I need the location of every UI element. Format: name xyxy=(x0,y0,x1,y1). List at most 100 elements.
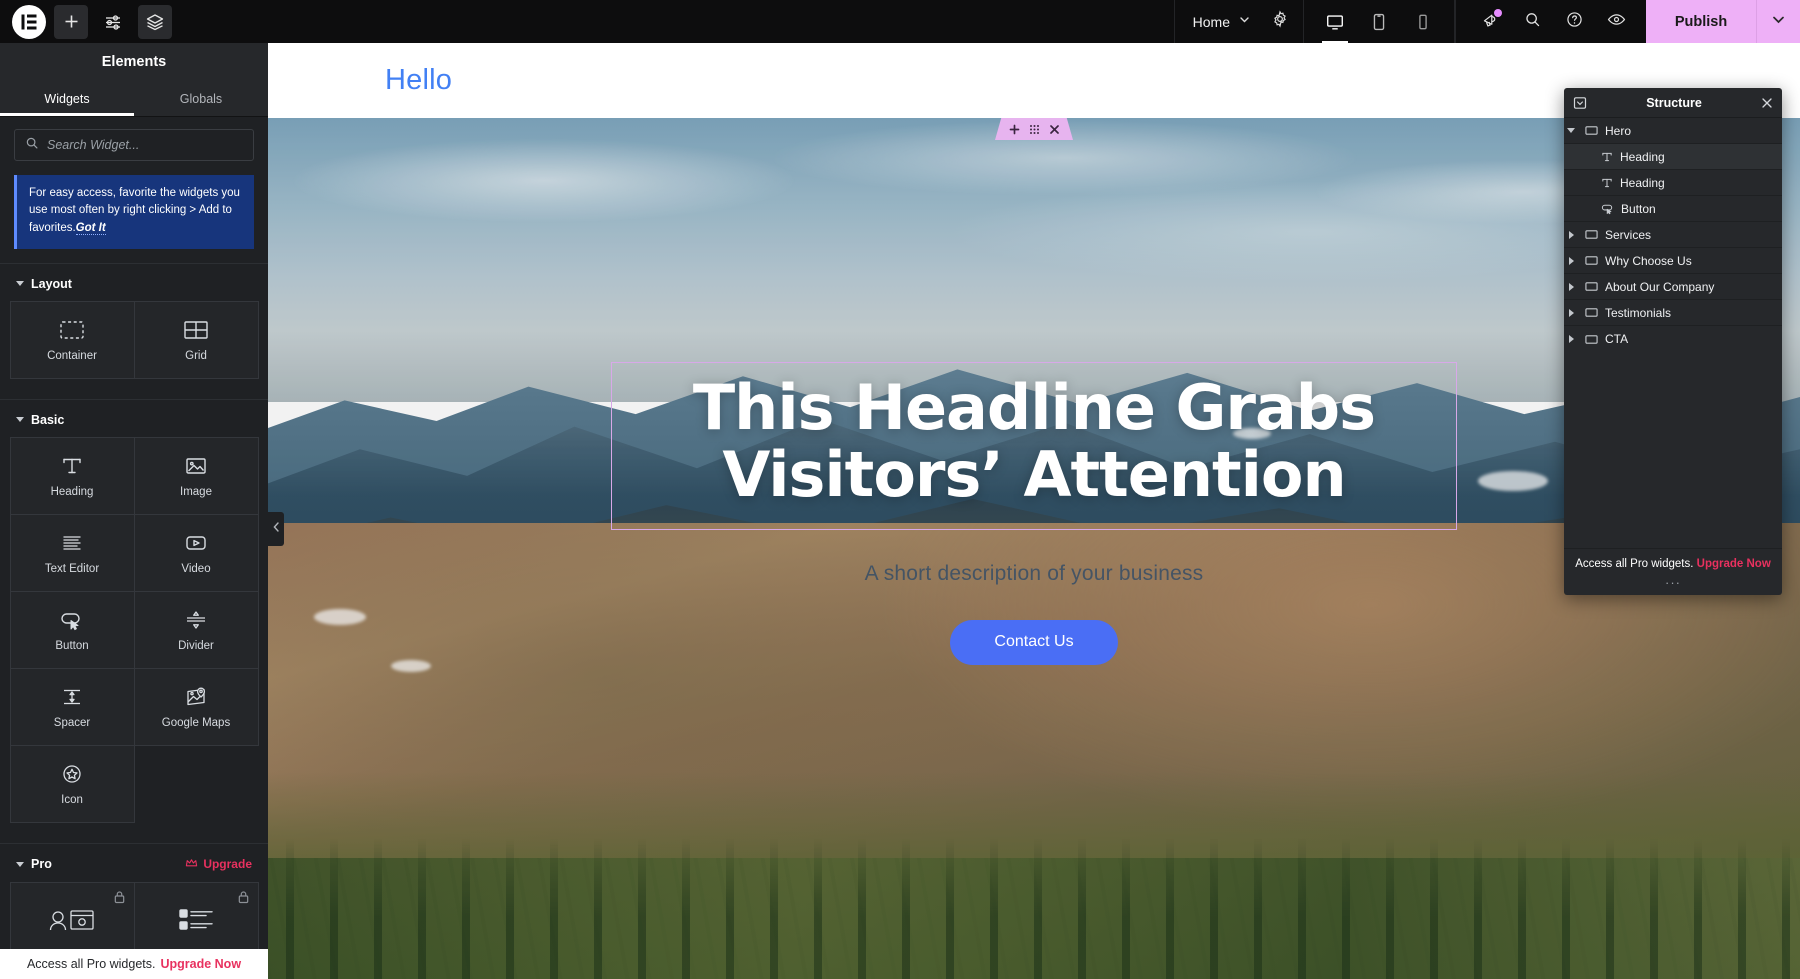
container-icon xyxy=(59,319,85,341)
widget-divider-label: Divider xyxy=(178,639,214,652)
layers-icon[interactable] xyxy=(138,4,172,39)
site-logo[interactable]: Hello xyxy=(385,64,452,97)
widget-video[interactable]: Video xyxy=(133,514,259,593)
widget-image-label: Image xyxy=(180,485,212,498)
widget-button[interactable]: Button xyxy=(9,591,135,670)
search-input[interactable] xyxy=(47,138,243,152)
question-circle-icon xyxy=(1565,10,1584,34)
widget-grid[interactable]: Grid xyxy=(133,301,259,380)
category-pro-header[interactable]: Pro Upgrade xyxy=(0,844,268,883)
tab-globals[interactable]: Globals xyxy=(134,81,268,116)
hero-headline: This Headline Grabs Visitors’ Attention xyxy=(692,371,1376,511)
search-icon xyxy=(1523,10,1542,34)
minimize-icon[interactable] xyxy=(1573,96,1587,110)
sliders-icon[interactable] xyxy=(96,5,130,39)
category-layout-widgets: Container Grid xyxy=(0,301,268,385)
pro-upgrade-link[interactable]: Upgrade xyxy=(185,857,252,872)
elements-panel: Elements Widgets Globals For easy access… xyxy=(0,43,268,979)
panel-scroll-area: For easy access, favorite the widgets yo… xyxy=(0,117,268,979)
structure-item-heading-2[interactable]: Heading xyxy=(1564,170,1782,196)
widget-video-label: Video xyxy=(181,562,211,575)
category-layout: Layout Container Grid xyxy=(0,262,268,385)
add-element-button[interactable] xyxy=(54,4,88,39)
structure-footer-upgrade-link[interactable]: Upgrade Now xyxy=(1697,558,1771,570)
widget-text-editor[interactable]: Text Editor xyxy=(9,514,135,593)
chevron-down-icon[interactable] xyxy=(1564,128,1578,133)
chevron-down-icon xyxy=(1770,11,1787,33)
structure-footer: Access all Pro widgets. Upgrade Now xyxy=(1564,548,1782,574)
structure-header: Structure xyxy=(1564,88,1782,118)
structure-resize-handle[interactable]: ··· xyxy=(1564,574,1782,595)
search-widget-box[interactable] xyxy=(14,129,254,161)
category-layout-header[interactable]: Layout xyxy=(0,264,268,302)
widget-image[interactable]: Image xyxy=(133,437,259,516)
structure-item-button[interactable]: Button xyxy=(1564,196,1782,222)
widget-google-maps[interactable]: Google Maps xyxy=(133,668,259,747)
help-button[interactable] xyxy=(1554,0,1594,43)
category-pro-title: Pro xyxy=(31,857,52,872)
widget-text-editor-label: Text Editor xyxy=(44,562,100,575)
device-desktop-button[interactable] xyxy=(1314,0,1356,43)
widget-button-label: Button xyxy=(55,639,89,652)
heading-widget-selected[interactable]: This Headline Grabs Visitors’ Attention xyxy=(611,362,1457,530)
widget-icon-label: Icon xyxy=(61,793,83,806)
widget-container[interactable]: Container xyxy=(9,301,135,380)
page-selector[interactable]: Home xyxy=(1175,0,1265,43)
widget-divider[interactable]: Divider xyxy=(133,591,259,670)
structure-item-label: Heading xyxy=(1620,175,1665,190)
chevron-down-icon xyxy=(16,861,24,867)
structure-item-why-choose-us[interactable]: Why Choose Us xyxy=(1564,248,1782,274)
panel-title: Elements xyxy=(0,43,268,81)
whats-new-button[interactable] xyxy=(1470,0,1510,43)
structure-item-hero[interactable]: Hero xyxy=(1564,118,1782,144)
structure-item-about-our-company[interactable]: About Our Company xyxy=(1564,274,1782,300)
container-icon xyxy=(1585,334,1598,345)
chevron-right-icon[interactable] xyxy=(1564,308,1578,317)
device-tablet-button[interactable] xyxy=(1358,0,1400,43)
structure-item-testimonials[interactable]: Testimonials xyxy=(1564,300,1782,326)
panel-footer-upgrade-link[interactable]: Upgrade Now xyxy=(160,957,241,971)
container-icon xyxy=(1585,307,1598,318)
panel-collapse-button[interactable] xyxy=(268,512,284,546)
chevron-down-icon xyxy=(16,417,24,423)
hero-cta-button[interactable]: Contact Us xyxy=(950,619,1118,665)
elementor-logo-icon[interactable] xyxy=(12,4,46,39)
pro-list-icon xyxy=(176,906,216,936)
star-circle-icon xyxy=(60,763,84,785)
chevron-down-icon xyxy=(16,281,24,287)
favorites-notice-got-it[interactable]: Got It xyxy=(75,221,106,235)
chevron-right-icon[interactable] xyxy=(1564,230,1578,239)
page-selector-label: Home xyxy=(1192,13,1230,30)
structure-item-services[interactable]: Services xyxy=(1564,222,1782,248)
preview-changes-button[interactable] xyxy=(1596,0,1636,43)
widget-google-maps-label: Google Maps xyxy=(161,716,231,729)
publish-options-button[interactable] xyxy=(1756,0,1800,43)
page-settings-button[interactable] xyxy=(1265,0,1303,43)
publish-button[interactable]: Publish xyxy=(1646,0,1756,43)
widget-heading[interactable]: Heading xyxy=(9,437,135,516)
chevron-left-icon xyxy=(272,520,281,538)
widget-spacer[interactable]: Spacer xyxy=(9,668,135,747)
close-icon[interactable] xyxy=(1049,124,1060,135)
finder-search-button[interactable] xyxy=(1512,0,1552,43)
chevron-right-icon[interactable] xyxy=(1564,256,1578,265)
device-mobile-button[interactable] xyxy=(1402,0,1444,43)
plus-icon[interactable] xyxy=(1009,124,1020,135)
chevron-right-icon[interactable] xyxy=(1564,335,1578,343)
divider-icon xyxy=(184,609,208,631)
structure-item-heading-1[interactable]: Heading xyxy=(1564,144,1782,170)
close-icon[interactable] xyxy=(1761,97,1773,109)
widget-icon[interactable]: Icon xyxy=(9,745,135,824)
category-basic-header[interactable]: Basic xyxy=(0,400,268,438)
container-icon xyxy=(1585,229,1598,240)
drag-handle-icon[interactable] xyxy=(1029,124,1040,135)
widget-container-label: Container xyxy=(47,349,97,362)
tab-widgets[interactable]: Widgets xyxy=(0,81,134,116)
video-icon xyxy=(184,532,208,554)
hero-subheadline[interactable]: A short description of your business xyxy=(865,562,1204,586)
toolbar-right-group: Publish xyxy=(1455,0,1800,43)
container-icon xyxy=(1585,255,1598,266)
pro-upgrade-label: Upgrade xyxy=(203,857,252,872)
chevron-right-icon[interactable] xyxy=(1564,282,1578,291)
structure-item-cta[interactable]: CTA xyxy=(1564,326,1782,352)
